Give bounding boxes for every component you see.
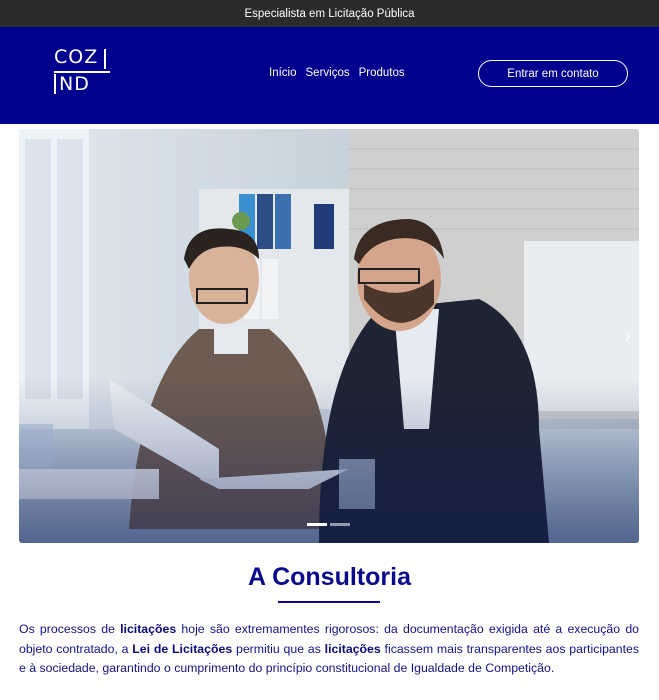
hero-carousel[interactable]: › [19,129,639,543]
nav-link-inicio[interactable]: Início [269,67,297,79]
emphasis-text: Lei de Licitações [132,641,233,656]
carousel-indicators [307,523,350,526]
paragraph-text: permitiu que as [232,641,325,656]
nav-link-produtos[interactable]: Produtos [359,67,405,79]
logo-text-bottom: ND [59,73,90,95]
nav-link-servicos[interactable]: Serviços [306,67,350,79]
contact-button[interactable]: Entrar em contato [478,60,628,87]
section-title: A Consultoria [248,563,411,591]
emphasis-text: licitações [324,641,381,656]
emphasis-text: licitações [120,622,177,636]
announcement-text: Especialista em Licitação Pública [244,7,415,20]
announcement-bar: Especialista em Licitação Pública [0,0,659,27]
logo[interactable]: COZ ND [54,47,110,97]
logo-divider [104,49,106,69]
paragraph-text: Os processos de [19,622,121,636]
site-header: COZ ND Início Serviços Produtos Entrar e… [0,27,659,124]
carousel-dot[interactable] [330,523,350,526]
logo-divider [54,74,56,94]
chevron-right-icon[interactable]: › [624,325,631,348]
consultoria-paragraph: Os processos de licitações hoje são extr… [19,620,639,679]
title-underline [278,601,380,603]
hero-image [19,129,639,543]
carousel-dot[interactable] [307,523,327,526]
logo-text-top: COZ [54,46,99,68]
main-nav: Início Serviços Produtos [269,67,405,79]
